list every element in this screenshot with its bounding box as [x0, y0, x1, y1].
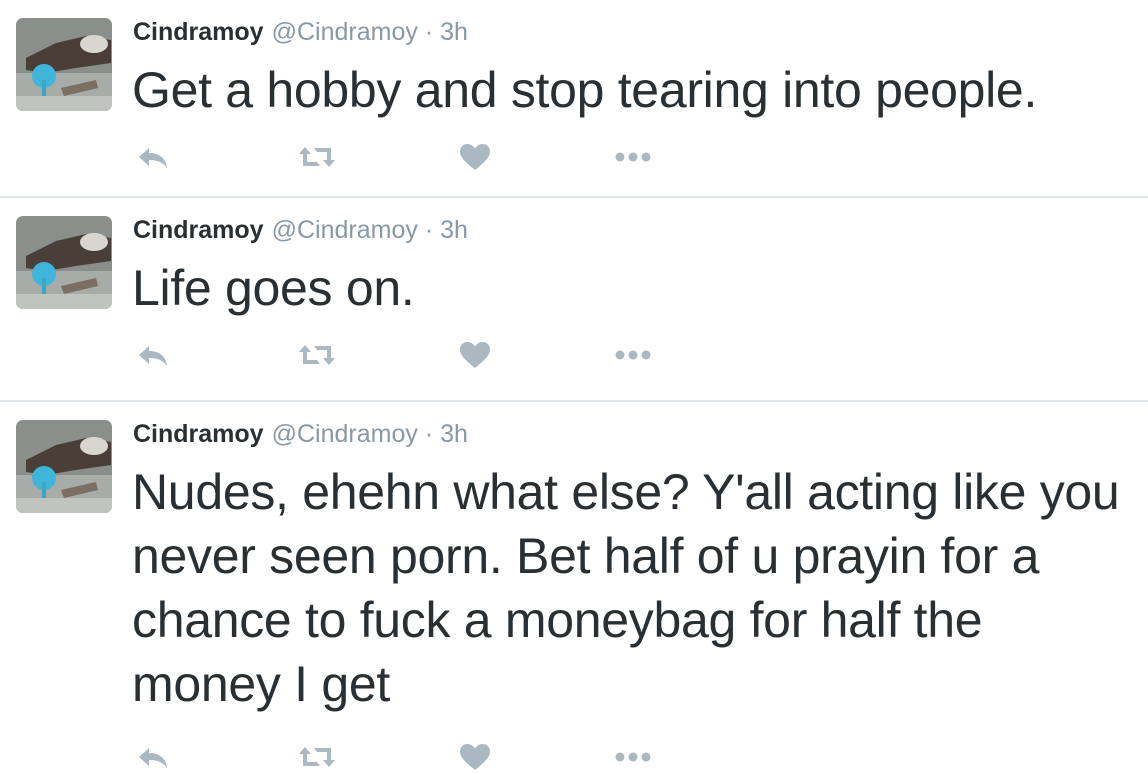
retweet-button[interactable] [297, 140, 337, 174]
retweet-icon [299, 147, 335, 167]
timeline: Cindramoy @Cindramoy · 3h Get a hobby and… [0, 0, 1148, 770]
retweet-button[interactable] [297, 740, 337, 774]
header-separator: · [424, 18, 434, 46]
tweet-header: Cindramoy @Cindramoy · 3h [133, 418, 468, 450]
tweet-text: Life goes on. [132, 260, 415, 316]
tweet-text: Nudes, ehehn what else? Y'all acting lik… [132, 464, 1120, 712]
tweet[interactable]: Cindramoy @Cindramoy · 3h Get a hobby and… [0, 0, 1148, 198]
avatar[interactable] [16, 216, 112, 309]
retweet-icon [299, 345, 335, 365]
tweet-actions [133, 338, 673, 372]
more-button[interactable] [613, 140, 653, 174]
tweet-header: Cindramoy @Cindramoy · 3h [133, 214, 468, 246]
tweet[interactable]: Cindramoy @Cindramoy · 3h Life goes on. [0, 198, 1148, 402]
author-handle[interactable]: @Cindramoy [272, 420, 418, 448]
reply-button[interactable] [133, 338, 173, 372]
like-button[interactable] [455, 338, 495, 372]
avatar-image [16, 216, 112, 309]
like-button[interactable] [455, 740, 495, 774]
tweet-actions [133, 740, 673, 774]
reply-icon [139, 148, 167, 168]
tweet-timestamp[interactable]: 3h [440, 420, 468, 448]
avatar[interactable] [16, 18, 112, 111]
reply-button[interactable] [133, 740, 173, 774]
more-button[interactable] [613, 338, 653, 372]
like-icon [460, 144, 490, 170]
author-name[interactable]: Cindramoy [133, 216, 264, 244]
header-separator: · [424, 420, 434, 448]
like-button[interactable] [455, 140, 495, 174]
retweet-button[interactable] [297, 338, 337, 372]
author-name[interactable]: Cindramoy [133, 18, 264, 46]
tweet[interactable]: Cindramoy @Cindramoy · 3h Nudes, ehehn wh… [0, 402, 1148, 770]
reply-button[interactable] [133, 140, 173, 174]
avatar[interactable] [16, 420, 112, 513]
author-handle[interactable]: @Cindramoy [272, 18, 418, 46]
more-icon [615, 350, 651, 360]
header-separator: · [424, 216, 434, 244]
tweet-timestamp[interactable]: 3h [440, 216, 468, 244]
author-name[interactable]: Cindramoy [133, 420, 264, 448]
like-icon [460, 744, 490, 770]
author-handle[interactable]: @Cindramoy [272, 216, 418, 244]
more-icon [615, 752, 651, 762]
more-button[interactable] [613, 740, 653, 774]
retweet-icon [299, 747, 335, 767]
tweet-text: Get a hobby and stop tearing into people… [132, 62, 1038, 118]
avatar-image [16, 420, 112, 513]
tweet-actions [133, 140, 673, 174]
reply-icon [139, 748, 167, 768]
reply-icon [139, 346, 167, 366]
more-icon [615, 152, 651, 162]
like-icon [460, 342, 490, 368]
tweet-timestamp[interactable]: 3h [440, 18, 468, 46]
tweet-header: Cindramoy @Cindramoy · 3h [133, 16, 468, 48]
avatar-image [16, 18, 112, 111]
